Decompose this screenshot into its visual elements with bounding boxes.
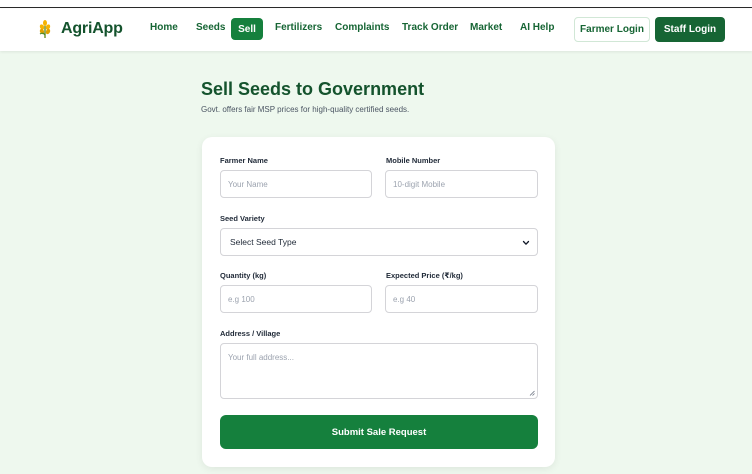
window-top-border bbox=[0, 0, 752, 9]
resize-grip-icon[interactable] bbox=[529, 390, 535, 396]
nav-complaints[interactable]: Complaints bbox=[335, 22, 389, 33]
page-subtitle: Govt. offers fair MSP prices for high-qu… bbox=[201, 105, 410, 114]
nav-fertilizers[interactable]: Fertilizers bbox=[275, 22, 322, 33]
mobile-number-input[interactable]: 10-digit Mobile bbox=[385, 170, 538, 198]
brand-name: AgriApp bbox=[61, 20, 123, 37]
farmer-name-input[interactable]: Your Name bbox=[220, 170, 372, 198]
staff-login-button[interactable]: Staff Login bbox=[655, 17, 725, 42]
quantity-label: Quantity (kg) bbox=[220, 271, 267, 280]
address-textarea[interactable]: Your full address... bbox=[220, 343, 538, 399]
farmer-name-label: Farmer Name bbox=[220, 156, 268, 165]
nav-track-order[interactable]: Track Order bbox=[402, 22, 458, 33]
quantity-input[interactable]: e.g 100 bbox=[220, 285, 372, 313]
address-label: Address / Village bbox=[220, 329, 281, 338]
nav-home[interactable]: Home bbox=[150, 22, 178, 33]
address-placeholder: Your full address... bbox=[228, 353, 294, 362]
farmer-name-placeholder: Your Name bbox=[228, 179, 268, 189]
nav-ai-help[interactable]: AI Help bbox=[520, 22, 554, 33]
mobile-number-label: Mobile Number bbox=[386, 156, 441, 165]
seed-variety-label: Seed Variety bbox=[220, 214, 265, 223]
expected-price-label: Expected Price (₹/kg) bbox=[386, 271, 463, 280]
mobile-number-placeholder: 10-digit Mobile bbox=[393, 179, 446, 189]
farmer-login-button[interactable]: Farmer Login bbox=[574, 17, 650, 42]
wheat-icon bbox=[39, 20, 51, 38]
nav-market[interactable]: Market bbox=[470, 22, 502, 33]
sell-seeds-form: Farmer Name Your Name Mobile Number 10-d… bbox=[202, 137, 555, 467]
brand-logo[interactable]: AgriApp bbox=[37, 19, 123, 39]
quantity-placeholder: e.g 100 bbox=[228, 294, 255, 304]
expected-price-placeholder: e.g 40 bbox=[393, 294, 416, 304]
page-title: Sell Seeds to Government bbox=[201, 79, 425, 99]
submit-sale-request-button[interactable]: Submit Sale Request bbox=[220, 415, 538, 449]
nav-sell[interactable]: Sell bbox=[231, 18, 263, 40]
nav-seeds[interactable]: Seeds bbox=[196, 22, 225, 33]
seed-variety-select[interactable]: Select Seed Type bbox=[220, 228, 538, 256]
expected-price-input[interactable]: e.g 40 bbox=[385, 285, 538, 313]
seed-variety-selected: Select Seed Type bbox=[230, 237, 297, 247]
chevron-down-icon bbox=[522, 240, 530, 245]
navbar: AgriApp Home Seeds Sell Fertilizers Comp… bbox=[0, 9, 752, 51]
